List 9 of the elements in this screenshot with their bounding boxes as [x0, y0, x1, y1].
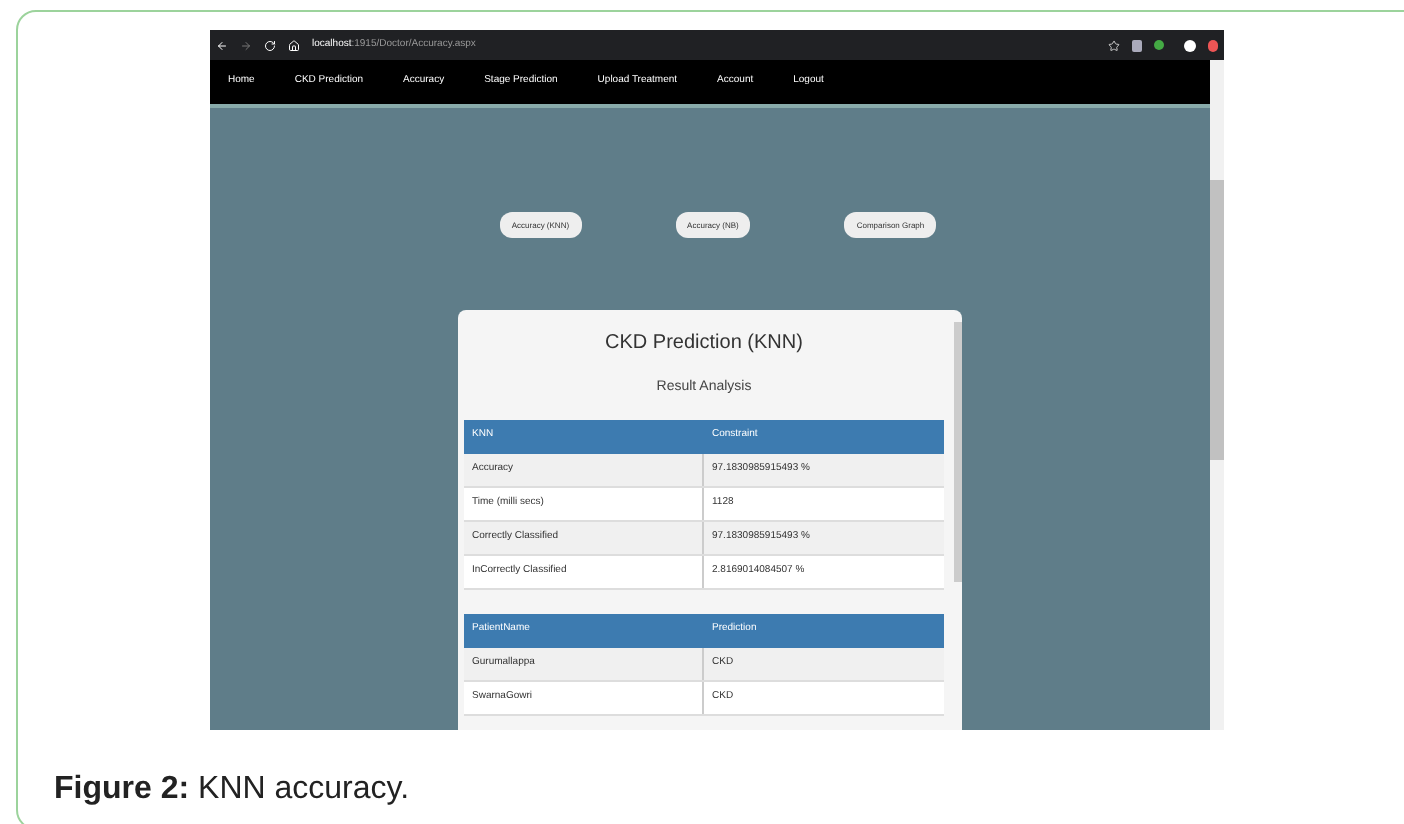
- scrollbar[interactable]: [1210, 60, 1224, 730]
- figure-caption: Figure 2: KNN accuracy.: [54, 770, 410, 810]
- reload-icon[interactable]: [264, 39, 276, 51]
- star-icon[interactable]: [1108, 39, 1120, 51]
- scrollbar[interactable]: [954, 322, 962, 582]
- back-icon[interactable]: [216, 39, 228, 51]
- home-icon[interactable]: [288, 39, 300, 51]
- scrollbar-thumb[interactable]: [1210, 180, 1224, 460]
- card-title: CKD Prediction (KNN): [603, 330, 805, 358]
